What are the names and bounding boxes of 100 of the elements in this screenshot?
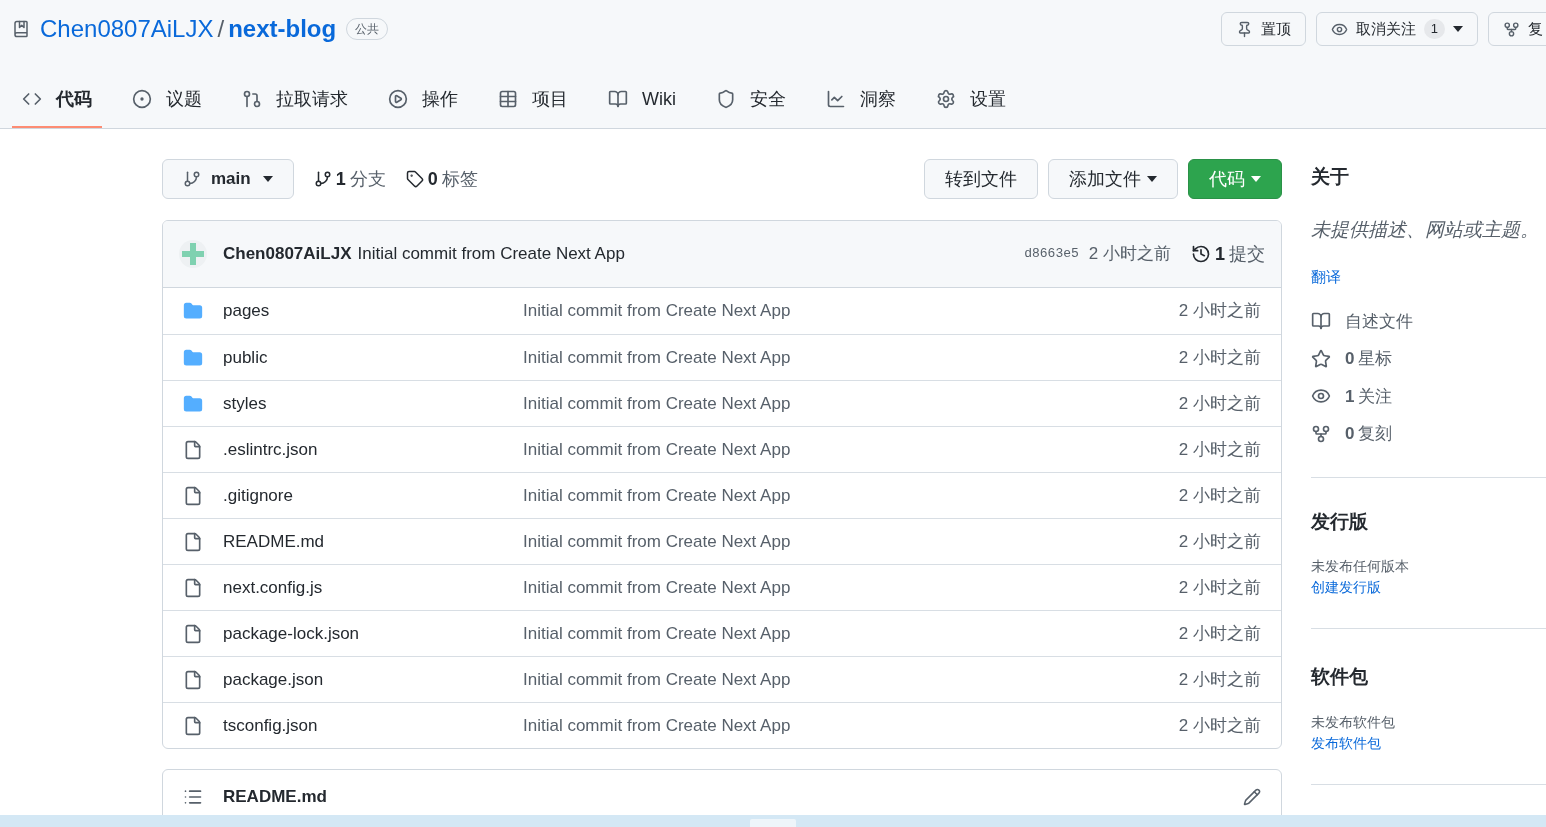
file-time: 2 小时之前: [1178, 622, 1261, 645]
commit-message: Initial commit from Create Next App: [357, 243, 625, 266]
commit-message-link[interactable]: Initial commit from Create Next App: [523, 712, 791, 739]
file-time: 2 小时之前: [1178, 668, 1261, 691]
star-icon: [1311, 348, 1331, 369]
packages-empty-text: 未发布软件包: [1311, 712, 1396, 732]
file-name-link[interactable]: tsconfig.json: [223, 712, 523, 739]
file-icon: [183, 485, 203, 506]
chart-icon: [826, 89, 846, 109]
avatar-icon: [179, 240, 207, 268]
tags-link[interactable]: 0 标签: [405, 165, 478, 193]
publish-package-link[interactable]: 发布软件包: [1311, 732, 1546, 754]
file-time: 2 小时之前: [1178, 438, 1261, 461]
about-stat-link[interactable]: 1 关注: [1311, 383, 1546, 409]
caret-icon: [1147, 176, 1157, 182]
file-time: 2 小时之前: [1178, 392, 1261, 415]
about-stat-link[interactable]: 0 复刻: [1311, 421, 1546, 447]
branch-icon: [313, 170, 332, 188]
repo-icon: [12, 20, 30, 38]
commit-message-link[interactable]: Initial commit from Create Next App: [523, 436, 791, 463]
translate-link[interactable]: 翻译: [1311, 266, 1546, 289]
packages-title: 软件包: [1311, 665, 1369, 689]
circle-dot-icon: [132, 89, 152, 109]
nav-tab[interactable]: 洞察: [816, 72, 906, 128]
commit-message-link[interactable]: Initial commit from Create Next App: [523, 528, 791, 555]
create-release-link[interactable]: 创建发行版: [1311, 577, 1546, 598]
about-stat-link[interactable]: 0 星标: [1311, 346, 1546, 372]
list-icon[interactable]: [183, 787, 203, 807]
file-time: 2 小时之前: [1178, 530, 1261, 553]
history-icon: [1191, 244, 1211, 264]
settings-icon: [936, 89, 956, 109]
nav-tab[interactable]: 安全: [706, 72, 796, 128]
caret-icon: [262, 176, 273, 182]
nav-tab[interactable]: 代码: [12, 72, 102, 128]
nav-tab[interactable]: Wiki: [598, 72, 686, 128]
releases-title: 发行版: [1311, 509, 1369, 534]
commit-message-link[interactable]: Initial commit from Create Next App: [523, 620, 791, 647]
book-icon: [1311, 311, 1331, 332]
fork-icon: [1503, 20, 1520, 38]
fork-icon: [1311, 423, 1331, 444]
horizontal-scrollbar[interactable]: [0, 815, 1546, 827]
file-icon: [183, 531, 203, 552]
book-icon: [608, 89, 628, 109]
add-file-button[interactable]: 添加文件: [1048, 159, 1178, 199]
table-icon: [498, 89, 518, 109]
repo-name-link[interactable]: next-blog: [228, 11, 337, 47]
commit-message-link[interactable]: Initial commit from Create Next App: [523, 344, 791, 371]
nav-tab[interactable]: 议题: [122, 72, 212, 128]
nav-tab[interactable]: 拉取请求: [232, 72, 358, 128]
file-icon: [183, 669, 203, 690]
about-description: 未提供描述、网站或主题。: [1311, 217, 1540, 242]
header-action-button[interactable]: 取消关注 1: [1315, 12, 1478, 46]
path-separator: /: [217, 14, 225, 44]
file-name-link[interactable]: pages: [223, 298, 523, 324]
nav-tab[interactable]: 操作: [378, 72, 468, 128]
file-time: 2 小时之前: [1178, 484, 1261, 507]
go-to-file-button[interactable]: 转到文件: [924, 159, 1038, 199]
caret-icon: [1251, 176, 1261, 182]
file-icon: [183, 577, 203, 598]
commit-message-link[interactable]: Initial commit from Create Next App: [523, 390, 791, 417]
file-name-link[interactable]: .eslintrc.json: [223, 436, 523, 463]
file-name-link[interactable]: package-lock.json: [223, 620, 523, 647]
commit-message-link[interactable]: Initial commit from Create Next App: [523, 298, 791, 324]
folder-icon: [183, 301, 203, 321]
owner-link[interactable]: Chen0807AiLJX: [40, 11, 214, 47]
file-icon: [183, 715, 203, 736]
file-name-link[interactable]: next.config.js: [223, 574, 523, 601]
pull-request-icon: [242, 89, 262, 109]
file-name-link[interactable]: .gitignore: [223, 482, 523, 509]
commit-time: 2 小时之前: [1088, 243, 1171, 266]
nav-tab[interactable]: 设置: [926, 72, 1016, 128]
file-name-link[interactable]: README.md: [223, 528, 523, 555]
caret-icon: [1453, 26, 1463, 32]
commits-link[interactable]: 1 提交: [1191, 240, 1265, 268]
commit-message-link[interactable]: Initial commit from Create Next App: [523, 666, 791, 693]
file-time: 2 小时之前: [1178, 576, 1261, 599]
file-icon: [183, 439, 203, 460]
branch-button[interactable]: main: [162, 159, 294, 199]
shield-icon: [716, 89, 736, 109]
play-icon: [388, 89, 408, 109]
nav-tab[interactable]: 项目: [488, 72, 578, 128]
branches-link[interactable]: 1 分支: [313, 165, 386, 193]
tag-icon: [405, 170, 424, 188]
commit-message-link[interactable]: Initial commit from Create Next App: [523, 482, 791, 509]
readme-title: README.md: [223, 786, 327, 809]
edit-icon[interactable]: [1243, 788, 1261, 806]
commit-message-link[interactable]: Initial commit from Create Next App: [523, 574, 791, 601]
folder-icon: [183, 393, 203, 414]
file-time: 2 小时之前: [1178, 714, 1261, 737]
branch-icon: [183, 170, 201, 188]
commit-sha: d8663e5: [1024, 245, 1079, 264]
file-name-link[interactable]: package.json: [223, 666, 523, 693]
folder-icon: [183, 347, 203, 368]
header-action-button[interactable]: 复: [1488, 12, 1546, 46]
file-name-link[interactable]: public: [223, 344, 523, 371]
commit-author-link[interactable]: Chen0807AiLJX: [223, 241, 352, 267]
releases-empty-text: 未发布任何版本: [1311, 557, 1410, 576]
file-name-link[interactable]: styles: [223, 390, 523, 417]
header-action-button[interactable]: 置顶: [1220, 12, 1306, 46]
about-stat-link[interactable]: 自述文件: [1311, 308, 1546, 334]
